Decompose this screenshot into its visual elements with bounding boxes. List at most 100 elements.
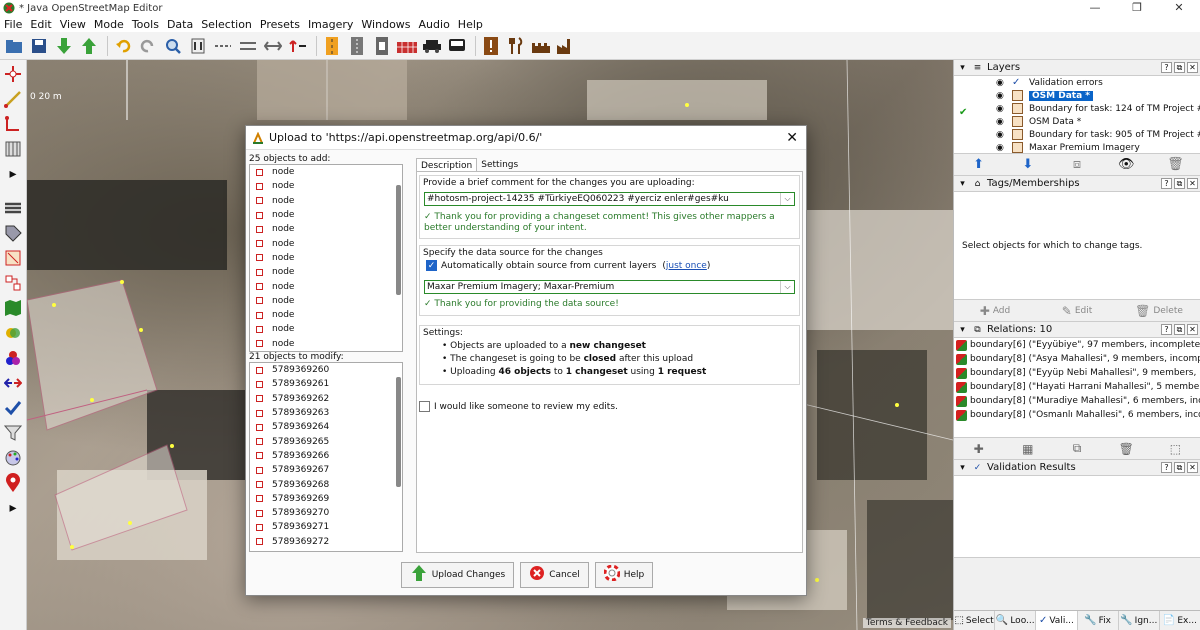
list-item[interactable]: 5789369268	[250, 477, 402, 491]
auto-source-checkbox[interactable]: ✓ Automatically obtain source from curre…	[426, 260, 710, 271]
visibility-eye-icon[interactable]: ◉	[996, 78, 1004, 88]
relation-row[interactable]: boundary[8] ("Eyyüp Nebi Mahallesi", 9 m…	[954, 366, 1200, 380]
layers-panel-header[interactable]: ▾ ≡ Layers ? ⧉ ✕	[954, 60, 1200, 76]
add-relation-icon[interactable]: ✚	[954, 442, 1003, 456]
menu-edit[interactable]: Edit	[30, 18, 51, 31]
checkbox-checked-icon[interactable]: ✓	[426, 260, 437, 271]
validate-button[interactable]: ✓ Vali...	[1036, 611, 1078, 630]
menu-view[interactable]: View	[60, 18, 86, 31]
expand-arrow-icon[interactable]: ▸	[2, 163, 24, 185]
factory-icon[interactable]	[555, 35, 577, 57]
add-list-scrollbar[interactable]	[396, 185, 401, 295]
collapse-triangle-icon[interactable]: ▾	[957, 324, 968, 335]
select-members-icon[interactable]: ⬚	[1151, 442, 1200, 456]
list-item[interactable]: 5789369271	[250, 520, 402, 534]
visibility-eye-icon[interactable]: ◉	[996, 104, 1004, 114]
panel-close-icon[interactable]: ✕	[1187, 178, 1198, 189]
move-down-icon[interactable]: ⬇	[1003, 157, 1052, 172]
tags-toggle-icon[interactable]	[2, 222, 24, 244]
lookup-button[interactable]: 🔍 Loo...	[995, 611, 1037, 630]
improve-way-icon[interactable]	[2, 113, 24, 135]
export-button[interactable]: 📄 Ex...	[1160, 611, 1200, 630]
panel-detach-icon[interactable]: ⧉	[1174, 62, 1185, 73]
edit-tag-button[interactable]: ✎ Edit	[1036, 304, 1118, 318]
changeset-comment-input[interactable]: #hotosm-project-14235 #TürkiyeEQ060223 #…	[424, 192, 795, 206]
visibility-eye-icon[interactable]: ◉	[996, 143, 1004, 153]
edit-relation-icon[interactable]: ▦	[1003, 442, 1052, 456]
minimize-button[interactable]: —	[1074, 0, 1116, 16]
menu-windows[interactable]: Windows	[361, 18, 410, 31]
visibility-eye-icon[interactable]: ◉	[996, 91, 1004, 101]
dialog-close-icon[interactable]: ✕	[786, 130, 798, 146]
select-tool-icon[interactable]	[2, 63, 24, 85]
list-item[interactable]: 5789369272	[250, 535, 402, 549]
panel-help-icon[interactable]: ?	[1161, 324, 1172, 335]
collapse-triangle-icon[interactable]: ▾	[957, 462, 968, 473]
select-button[interactable]: ⬚ Select	[954, 611, 996, 630]
collapse-triangle-icon[interactable]: ▾	[957, 62, 968, 73]
split-way-icon[interactable]	[212, 35, 234, 57]
layers-toggle-icon[interactable]	[2, 197, 24, 219]
map-attribution-link[interactable]: Terms & Feedback	[862, 618, 951, 628]
relation-row[interactable]: boundary[8] ("Osmanlı Mahallesi", 6 memb…	[954, 408, 1200, 422]
list-item[interactable]: node	[250, 208, 402, 222]
list-item[interactable]: node	[250, 308, 402, 322]
layer-row[interactable]: ◉ Maxar Premium Imagery	[954, 141, 1200, 153]
menu-file[interactable]: File	[4, 18, 22, 31]
upload-icon[interactable]	[78, 35, 100, 57]
layer-row[interactable]: ◉ OSM Data *	[954, 115, 1200, 128]
move-up-icon[interactable]: ⬆	[954, 157, 1003, 172]
relation-toggle-icon[interactable]	[2, 272, 24, 294]
palette-icon[interactable]	[2, 447, 24, 469]
building-icon[interactable]	[396, 35, 418, 57]
delete-layer-icon[interactable]: 🗑	[1151, 157, 1200, 172]
bus-icon[interactable]	[446, 35, 468, 57]
source-input[interactable]: Maxar Premium Imagery; Maxar-Premium ⌵	[424, 280, 795, 294]
collapse-triangle-icon[interactable]: ▾	[957, 178, 968, 189]
delete-relation-icon[interactable]: 🗑	[1102, 442, 1151, 456]
list-item[interactable]: 5789369270	[250, 506, 402, 520]
save-icon[interactable]	[28, 35, 50, 57]
open-icon[interactable]	[3, 35, 25, 57]
draw-tool-icon[interactable]	[2, 88, 24, 110]
list-item[interactable]: node	[250, 194, 402, 208]
help-button[interactable]: Help	[594, 562, 654, 588]
map-toggle-icon[interactable]	[2, 297, 24, 319]
expand-arrow-icon-2[interactable]: ▸	[2, 497, 24, 519]
menu-data[interactable]: Data	[167, 18, 193, 31]
preferences-icon[interactable]	[187, 35, 209, 57]
path-icon[interactable]	[371, 35, 393, 57]
chevron-down-icon[interactable]: ⌵	[780, 193, 794, 205]
combine-way-icon[interactable]	[237, 35, 259, 57]
panel-close-icon[interactable]: ✕	[1187, 324, 1198, 335]
show-hide-icon[interactable]: 👁	[1102, 157, 1151, 172]
menu-tools[interactable]: Tools	[132, 18, 159, 31]
panel-help-icon[interactable]: ?	[1161, 462, 1172, 473]
layer-row[interactable]: ◉ ✓ Validation errors	[954, 76, 1200, 89]
panel-detach-icon[interactable]: ⧉	[1174, 462, 1185, 473]
tab-settings[interactable]: Settings	[477, 158, 522, 172]
parallel-tool-icon[interactable]	[2, 138, 24, 160]
menu-mode[interactable]: Mode	[94, 18, 124, 31]
direction-icon[interactable]	[287, 35, 309, 57]
fix-button[interactable]: 🔧 Fix	[1078, 611, 1119, 630]
list-item[interactable]: node	[250, 279, 402, 293]
list-item[interactable]: node	[250, 222, 402, 236]
road-icon[interactable]	[321, 35, 343, 57]
layer-row[interactable]: ◉ Boundary for task: 124 of TM Project #…	[954, 102, 1200, 115]
just-once-link[interactable]: just once	[666, 261, 707, 271]
redo-icon[interactable]	[137, 35, 159, 57]
checkbox-unchecked-icon[interactable]	[419, 401, 430, 412]
add-tag-button[interactable]: ✚ Add	[954, 304, 1036, 318]
list-item[interactable]: 5789369261	[250, 377, 402, 391]
modify-list-scrollbar[interactable]	[396, 377, 401, 487]
sync-arrows-icon[interactable]	[2, 372, 24, 394]
menu-presets[interactable]: Presets	[260, 18, 300, 31]
panel-close-icon[interactable]: ✕	[1187, 462, 1198, 473]
panel-help-icon[interactable]: ?	[1161, 62, 1172, 73]
warning-icon[interactable]	[480, 35, 502, 57]
list-item[interactable]: node	[250, 322, 402, 336]
list-item[interactable]: 5789369266	[250, 449, 402, 463]
panel-detach-icon[interactable]: ⧉	[1174, 324, 1185, 335]
tags-panel-header[interactable]: ▾ ⌂ Tags/Memberships ? ⧉ ✕	[954, 176, 1200, 192]
